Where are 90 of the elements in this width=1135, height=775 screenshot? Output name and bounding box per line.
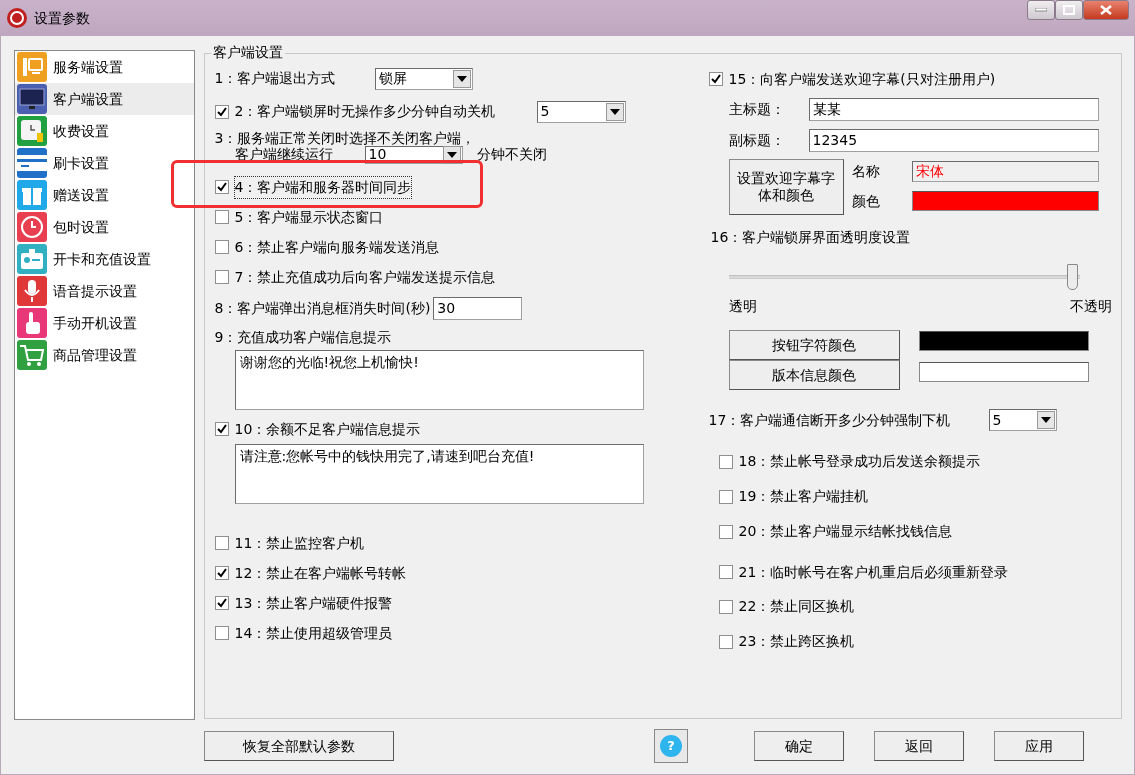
option-label: 2：客户端锁屏时无操作多少分钟自动关机 [234, 102, 497, 121]
checkbox-label[interactable]: 15：向客户端发送欢迎字幕(只对注册用户) [728, 68, 996, 90]
option-label: 9：充值成功客户端信息提示 [214, 327, 392, 347]
checkbox-label[interactable]: 21：临时帐号在客户机重启后必须重新登录 [738, 561, 1009, 583]
checkbox-label[interactable]: 4：客户端和服务器时间同步 [234, 176, 412, 198]
color-button[interactable]: 按钮字符颜色 [728, 330, 900, 360]
checkbox[interactable] [718, 599, 733, 614]
checkbox[interactable] [708, 72, 723, 86]
checkbox[interactable] [214, 536, 229, 550]
color-swatch[interactable] [918, 362, 1089, 382]
sidebar-item[interactable]: 服务端设置 [15, 51, 194, 83]
window-title: 设置参数 [34, 8, 90, 28]
checkbox[interactable] [214, 422, 229, 436]
dropdown[interactable]: 锁屏 [374, 67, 473, 90]
dialog-button[interactable]: 返回 [874, 731, 964, 761]
checkbox-label[interactable]: 18：禁止帐号登录成功后发送余额提示 [738, 451, 981, 472]
color-swatch[interactable] [918, 331, 1089, 351]
option-label: 1：客户端退出方式 [214, 69, 337, 88]
maximize-icon [1063, 5, 1075, 15]
option-label: 3：服务端正常关闭时选择不关闭客户端， [214, 129, 477, 147]
slider-max-label: 不透明 [1069, 297, 1112, 316]
field-label: 名称 [851, 161, 881, 181]
color-swatch[interactable] [911, 191, 1099, 211]
checkbox[interactable] [214, 240, 229, 254]
caret-icon [609, 108, 620, 115]
close-icon [1100, 5, 1112, 15]
field-label: 颜色 [851, 191, 881, 211]
sidebar-item[interactable]: 赠送设置 [15, 179, 194, 211]
checkbox-label[interactable]: 20：禁止客户端显示结帐找钱信息 [738, 521, 953, 542]
minimize-icon [1035, 8, 1047, 12]
sidebar-item[interactable]: 收费设置 [15, 115, 194, 147]
message-box[interactable]: 谢谢您的光临!祝您上机愉快! [234, 350, 644, 410]
dialog-button[interactable]: 确定 [754, 731, 844, 761]
checkbox-label[interactable]: 5：客户端显示状态窗口 [234, 206, 384, 228]
field-label: 主标题： [728, 100, 786, 119]
close-button[interactable] [1083, 0, 1129, 20]
checkbox[interactable] [718, 565, 733, 579]
checkbox[interactable] [214, 270, 229, 284]
checkbox[interactable] [718, 489, 733, 504]
checkbox[interactable] [214, 104, 229, 119]
dropdown[interactable]: 5 [536, 100, 626, 123]
checkbox-label[interactable]: 23：禁止跨区换机 [738, 631, 855, 652]
checkbox[interactable] [214, 566, 229, 580]
checkbox[interactable] [214, 180, 229, 194]
checkbox-label[interactable]: 22：禁止同区换机 [738, 596, 855, 617]
option-label: 17：客户端通信断开多少分钟强制下机 [708, 410, 952, 430]
checkbox-label[interactable]: 6：禁止客户端向服务端发送消息 [234, 236, 440, 258]
checkbox[interactable] [718, 634, 733, 649]
sidebar-item[interactable]: 包时设置 [15, 211, 194, 243]
caret-icon [446, 151, 457, 158]
app-icon [6, 7, 28, 29]
minimize-button[interactable] [1027, 0, 1055, 20]
reset-button[interactable]: 恢复全部默认参数 [204, 731, 394, 761]
dropdown[interactable]: 5 [988, 409, 1057, 431]
section-label: 16：客户端锁屏界面透明度设置 [710, 228, 912, 247]
sidebar-item[interactable]: 刷卡设置 [15, 147, 194, 179]
color-button[interactable]: 版本信息颜色 [728, 360, 900, 390]
checkbox-label[interactable]: 13：禁止客户端硬件报警 [234, 592, 393, 614]
option-label: 8：客户端弹出消息框消失时间(秒) [214, 298, 431, 318]
slider-thumb[interactable] [1066, 264, 1078, 290]
checkbox[interactable] [718, 524, 733, 539]
checkbox[interactable] [214, 596, 229, 610]
group-title: 客户端设置 [210, 43, 285, 61]
font-name-field: 宋体 [911, 160, 1099, 182]
dialog-button[interactable]: 应用 [994, 731, 1084, 761]
sidebar-item[interactable]: 商品管理设置 [15, 339, 194, 371]
text-field[interactable]: 12345 [808, 129, 1099, 152]
field-label: 副标题： [728, 131, 786, 150]
checkbox-label[interactable]: 19：禁止客户端挂机 [738, 486, 869, 507]
checkbox-label[interactable]: 11：禁止监控客户机 [234, 532, 365, 554]
text-field[interactable]: 某某 [808, 98, 1099, 121]
checkbox[interactable] [214, 210, 229, 224]
sidebar-item[interactable]: 开卡和充值设置 [15, 243, 194, 275]
checkbox-label[interactable]: 12：禁止在客户端帐号转帐 [234, 562, 407, 584]
option-label: 分钟不关闭 [476, 145, 547, 164]
checkbox-label[interactable]: 7：禁止充值成功后向客户端发送提示信息 [234, 266, 496, 288]
font-color-button[interactable]: 设置欢迎字幕字体和颜色 [728, 159, 844, 215]
caret-icon [1040, 417, 1051, 423]
text-field[interactable]: 30 [433, 296, 523, 320]
checkbox-label[interactable]: 14：禁止使用超级管理员 [234, 622, 393, 644]
sidebar-item[interactable]: 客户端设置 [15, 83, 194, 115]
checkbox-label[interactable]: 10：余额不足客户端信息提示 [234, 418, 421, 440]
caret-icon [456, 75, 467, 82]
maximize-button[interactable] [1055, 0, 1083, 20]
checkbox[interactable] [718, 454, 733, 469]
checkbox[interactable] [214, 626, 229, 640]
slider-min-label: 透明 [728, 297, 757, 316]
sidebar-item[interactable]: 手动开机设置 [15, 307, 194, 339]
sidebar-item[interactable]: 语音提示设置 [15, 275, 194, 307]
message-box[interactable]: 请注意:您帐号中的钱快用完了,请速到吧台充值! [234, 444, 644, 504]
